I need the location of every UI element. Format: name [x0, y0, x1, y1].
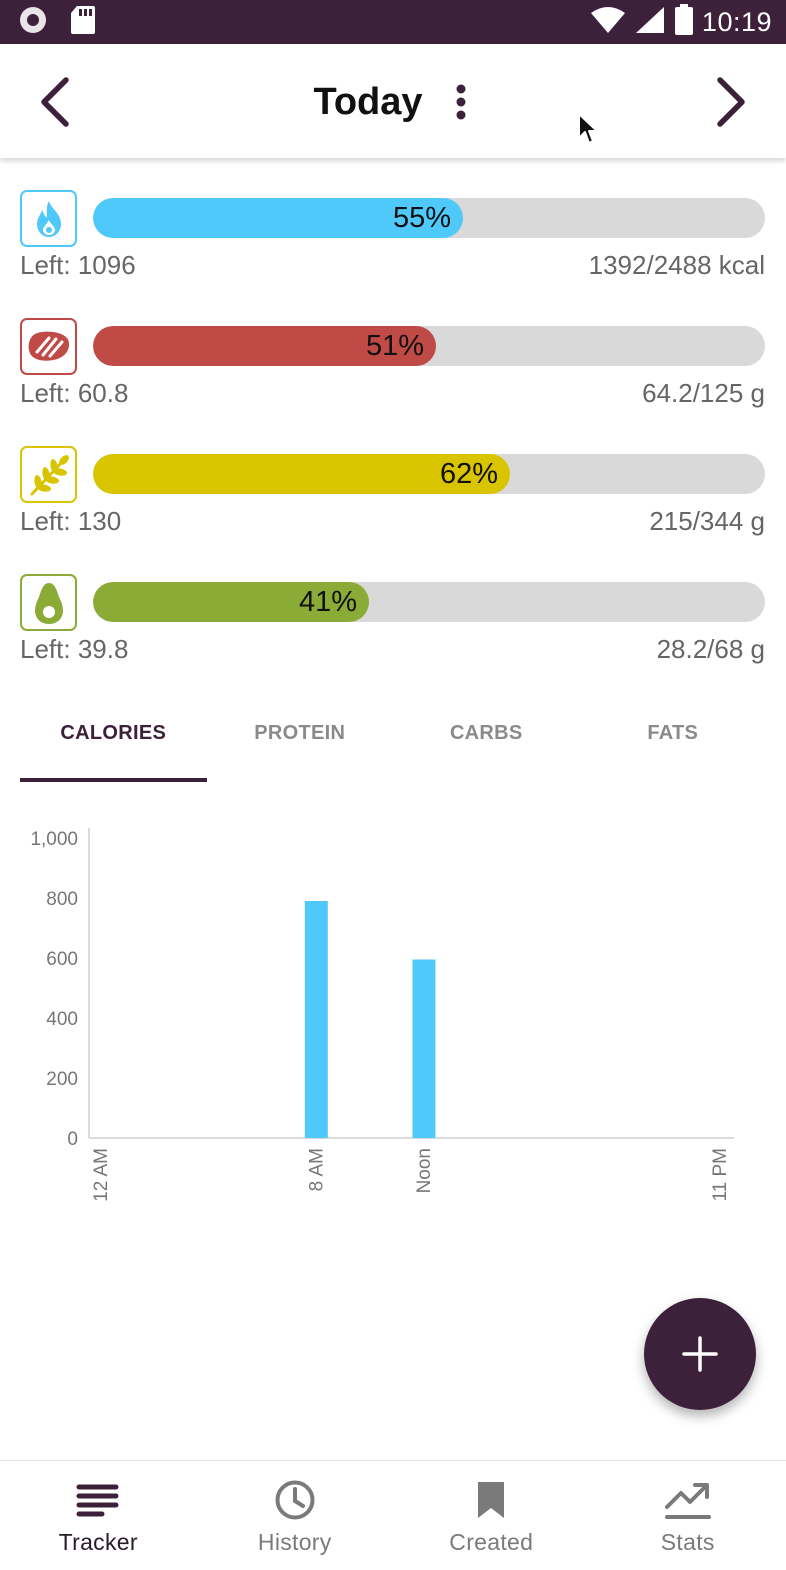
chart-bar — [304, 901, 328, 1138]
status-bar: 10:19 — [0, 0, 786, 44]
bottom-navigation: Tracker History Created Stats — [0, 1460, 786, 1570]
sd-card-icon — [70, 5, 96, 40]
nav-stats[interactable]: Stats — [590, 1461, 786, 1570]
carbs-progress-bar: 62% — [93, 454, 765, 494]
y-tick-label: 200 — [46, 1069, 78, 1090]
avocado-icon — [20, 574, 77, 631]
more-vertical-icon — [456, 84, 466, 120]
y-tick-label: 600 — [46, 949, 78, 970]
y-tick-label: 0 — [67, 1129, 78, 1150]
carbs-total: 215/344 g — [649, 506, 765, 536]
battery-icon — [674, 3, 694, 41]
nav-history-label: History — [257, 1529, 332, 1555]
tab-fats[interactable]: FATS — [580, 700, 767, 782]
fats-left: Left: 39.8 — [20, 634, 129, 664]
chevron-right-icon — [717, 77, 745, 127]
macro-tabs: CALORIES PROTEIN CARBS FATS — [20, 700, 766, 782]
nav-tracker-label: Tracker — [58, 1529, 138, 1555]
record-icon — [18, 5, 48, 40]
protein-percent: 51% — [365, 330, 424, 362]
fats-total: 28.2/68 g — [656, 634, 765, 664]
plus-icon — [682, 1336, 718, 1372]
y-tick-label: 800 — [46, 889, 78, 910]
x-tick-label: 11 PM — [710, 1148, 731, 1202]
fats-percent: 41% — [298, 586, 357, 618]
wifi-icon — [590, 5, 626, 40]
clock-time: 10:19 — [701, 6, 772, 37]
wheat-icon — [20, 446, 77, 503]
macro-row-fats[interactable]: 41% Left: 39.8 28.2/68 g — [20, 574, 765, 674]
y-tick-label: 400 — [46, 1009, 78, 1030]
nav-created[interactable]: Created — [393, 1461, 590, 1570]
calories-percent: 55% — [392, 202, 451, 234]
y-tick-label: 1,000 — [30, 829, 78, 850]
x-tick-label: Noon — [414, 1148, 435, 1193]
more-options-button[interactable] — [449, 80, 473, 124]
tracker-icon — [76, 1477, 120, 1523]
nav-stats-label: Stats — [660, 1529, 715, 1555]
chart-bar — [412, 959, 436, 1138]
nav-tracker[interactable]: Tracker — [0, 1461, 197, 1570]
page-title[interactable]: Today — [313, 81, 422, 124]
x-tick-label: 12 AM — [91, 1148, 112, 1202]
clock-icon — [274, 1477, 316, 1523]
x-tick-label: 8 AM — [306, 1148, 327, 1191]
steak-icon — [20, 318, 77, 375]
fats-progress-bar: 41% — [93, 582, 765, 622]
nav-history[interactable]: History — [197, 1461, 394, 1570]
calories-progress-bar: 55% — [93, 198, 765, 238]
flame-icon — [20, 190, 77, 247]
macro-row-carbs[interactable]: 62% Left: 130 215/344 g — [20, 446, 765, 546]
protein-progress-bar: 51% — [93, 326, 765, 366]
tab-calories[interactable]: CALORIES — [20, 700, 207, 782]
carbs-percent: 62% — [439, 458, 498, 490]
bookmark-icon — [475, 1477, 507, 1523]
protein-total: 64.2/125 g — [642, 378, 765, 408]
macro-row-protein[interactable]: 51% Left: 60.8 64.2/125 g — [20, 318, 765, 418]
carbs-left: Left: 130 — [20, 506, 122, 536]
calories-by-hour-chart: 0 200 400 600 800 1,000 12 AM 8 AM Noon 11 PM — [30, 828, 734, 1202]
tab-protein[interactable]: PROTEIN — [207, 700, 394, 782]
nav-created-label: Created — [449, 1529, 534, 1555]
calories-total: 1392/2488 kcal — [588, 250, 765, 280]
mouse-cursor-icon — [578, 113, 598, 144]
tab-carbs[interactable]: CARBS — [393, 700, 580, 782]
cell-signal-icon — [634, 5, 666, 40]
trending-up-icon — [664, 1477, 712, 1523]
protein-left: Left: 60.8 — [20, 378, 129, 408]
next-day-button[interactable] — [704, 72, 760, 132]
app-bar: Today — [0, 44, 786, 158]
macro-row-calories[interactable]: 55% Left: 1096 1392/2488 kcal — [20, 190, 765, 290]
add-food-button[interactable] — [644, 1298, 756, 1410]
calories-left: Left: 1096 — [20, 250, 136, 280]
